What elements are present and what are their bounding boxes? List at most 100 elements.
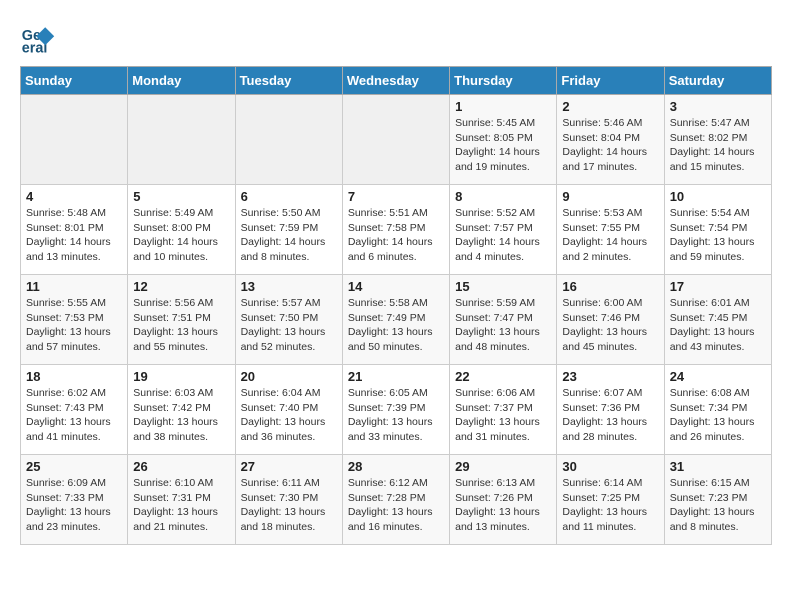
calendar-cell: 16Sunrise: 6:00 AMSunset: 7:46 PMDayligh… bbox=[557, 275, 664, 365]
day-info: Sunrise: 6:12 AMSunset: 7:28 PMDaylight:… bbox=[348, 476, 444, 535]
logo-icon: Gen eral bbox=[20, 20, 56, 56]
calendar-cell bbox=[21, 95, 128, 185]
day-header-friday: Friday bbox=[557, 67, 664, 95]
day-number: 6 bbox=[241, 189, 337, 204]
day-number: 29 bbox=[455, 459, 551, 474]
day-header-wednesday: Wednesday bbox=[342, 67, 449, 95]
day-info: Sunrise: 5:49 AMSunset: 8:00 PMDaylight:… bbox=[133, 206, 229, 265]
day-header-thursday: Thursday bbox=[450, 67, 557, 95]
day-number: 25 bbox=[26, 459, 122, 474]
week-row-2: 4 Sunrise: 5:48 AMSunset: 8:01 PMDaylight… bbox=[21, 185, 772, 275]
calendar-cell: 11 Sunrise: 5:55 AMSunset: 7:53 PMDayligh… bbox=[21, 275, 128, 365]
day-info: Sunrise: 5:52 AMSunset: 7:57 PMDaylight:… bbox=[455, 206, 551, 265]
calendar-cell: 6 Sunrise: 5:50 AMSunset: 7:59 PMDaylight… bbox=[235, 185, 342, 275]
logo: Gen eral bbox=[20, 20, 60, 56]
calendar-cell: 22 Sunrise: 6:06 AMSunset: 7:37 PMDayligh… bbox=[450, 365, 557, 455]
calendar-cell: 18 Sunrise: 6:02 AMSunset: 7:43 PMDayligh… bbox=[21, 365, 128, 455]
day-number: 7 bbox=[348, 189, 444, 204]
day-info: Sunrise: 5:46 AMSunset: 8:04 PMDaylight:… bbox=[562, 116, 658, 175]
day-header-monday: Monday bbox=[128, 67, 235, 95]
day-number: 15 bbox=[455, 279, 551, 294]
calendar-cell: 19Sunrise: 6:03 AMSunset: 7:42 PMDayligh… bbox=[128, 365, 235, 455]
calendar-table: SundayMondayTuesdayWednesdayThursdayFrid… bbox=[20, 66, 772, 545]
day-info: Sunrise: 6:15 AMSunset: 7:23 PMDaylight:… bbox=[670, 476, 766, 535]
day-number: 31 bbox=[670, 459, 766, 474]
page-header: Gen eral bbox=[20, 20, 772, 56]
day-info: Sunrise: 6:07 AMSunset: 7:36 PMDaylight:… bbox=[562, 386, 658, 445]
calendar-cell: 2 Sunrise: 5:46 AMSunset: 8:04 PMDaylight… bbox=[557, 95, 664, 185]
day-number: 12 bbox=[133, 279, 229, 294]
day-number: 5 bbox=[133, 189, 229, 204]
day-number: 23 bbox=[562, 369, 658, 384]
day-info: Sunrise: 6:02 AMSunset: 7:43 PMDaylight:… bbox=[26, 386, 122, 445]
calendar-cell: 25 Sunrise: 6:09 AMSunset: 7:33 PMDayligh… bbox=[21, 455, 128, 545]
day-number: 8 bbox=[455, 189, 551, 204]
day-number: 11 bbox=[26, 279, 122, 294]
day-number: 22 bbox=[455, 369, 551, 384]
calendar-cell: 24 Sunrise: 6:08 AMSunset: 7:34 PMDayligh… bbox=[664, 365, 771, 455]
day-info: Sunrise: 6:10 AMSunset: 7:31 PMDaylight:… bbox=[133, 476, 229, 535]
day-number: 26 bbox=[133, 459, 229, 474]
calendar-cell: 10 Sunrise: 5:54 AMSunset: 7:54 PMDayligh… bbox=[664, 185, 771, 275]
day-number: 9 bbox=[562, 189, 658, 204]
day-info: Sunrise: 5:56 AMSunset: 7:51 PMDaylight:… bbox=[133, 296, 229, 355]
calendar-cell: 4 Sunrise: 5:48 AMSunset: 8:01 PMDaylight… bbox=[21, 185, 128, 275]
day-number: 18 bbox=[26, 369, 122, 384]
day-header-saturday: Saturday bbox=[664, 67, 771, 95]
day-info: Sunrise: 5:51 AMSunset: 7:58 PMDaylight:… bbox=[348, 206, 444, 265]
day-info: Sunrise: 6:06 AMSunset: 7:37 PMDaylight:… bbox=[455, 386, 551, 445]
day-number: 19 bbox=[133, 369, 229, 384]
calendar-cell: 30 Sunrise: 6:14 AMSunset: 7:25 PMDayligh… bbox=[557, 455, 664, 545]
day-header-tuesday: Tuesday bbox=[235, 67, 342, 95]
day-number: 13 bbox=[241, 279, 337, 294]
day-info: Sunrise: 6:14 AMSunset: 7:25 PMDaylight:… bbox=[562, 476, 658, 535]
day-info: Sunrise: 5:54 AMSunset: 7:54 PMDaylight:… bbox=[670, 206, 766, 265]
calendar-cell: 3 Sunrise: 5:47 AMSunset: 8:02 PMDaylight… bbox=[664, 95, 771, 185]
calendar-cell: 29 Sunrise: 6:13 AMSunset: 7:26 PMDayligh… bbox=[450, 455, 557, 545]
calendar-cell: 17Sunrise: 6:01 AMSunset: 7:45 PMDayligh… bbox=[664, 275, 771, 365]
calendar-cell bbox=[235, 95, 342, 185]
day-number: 24 bbox=[670, 369, 766, 384]
day-info: Sunrise: 5:53 AMSunset: 7:55 PMDaylight:… bbox=[562, 206, 658, 265]
calendar-cell: 14 Sunrise: 5:58 AMSunset: 7:49 PMDayligh… bbox=[342, 275, 449, 365]
day-info: Sunrise: 6:09 AMSunset: 7:33 PMDaylight:… bbox=[26, 476, 122, 535]
calendar-cell: 27Sunrise: 6:11 AMSunset: 7:30 PMDayligh… bbox=[235, 455, 342, 545]
calendar-cell: 20Sunrise: 6:04 AMSunset: 7:40 PMDayligh… bbox=[235, 365, 342, 455]
day-number: 30 bbox=[562, 459, 658, 474]
day-number: 14 bbox=[348, 279, 444, 294]
calendar-cell: 7 Sunrise: 5:51 AMSunset: 7:58 PMDaylight… bbox=[342, 185, 449, 275]
day-number: 17 bbox=[670, 279, 766, 294]
calendar-cell: 26 Sunrise: 6:10 AMSunset: 7:31 PMDayligh… bbox=[128, 455, 235, 545]
day-number: 10 bbox=[670, 189, 766, 204]
day-number: 21 bbox=[348, 369, 444, 384]
calendar-cell: 1Sunrise: 5:45 AMSunset: 8:05 PMDaylight… bbox=[450, 95, 557, 185]
day-number: 2 bbox=[562, 99, 658, 114]
calendar-cell bbox=[342, 95, 449, 185]
day-info: Sunrise: 6:13 AMSunset: 7:26 PMDaylight:… bbox=[455, 476, 551, 535]
week-row-5: 25 Sunrise: 6:09 AMSunset: 7:33 PMDayligh… bbox=[21, 455, 772, 545]
calendar-cell: 5 Sunrise: 5:49 AMSunset: 8:00 PMDaylight… bbox=[128, 185, 235, 275]
day-info: Sunrise: 5:57 AMSunset: 7:50 PMDaylight:… bbox=[241, 296, 337, 355]
calendar-cell: 15Sunrise: 5:59 AMSunset: 7:47 PMDayligh… bbox=[450, 275, 557, 365]
calendar-cell: 31 Sunrise: 6:15 AMSunset: 7:23 PMDayligh… bbox=[664, 455, 771, 545]
calendar-cell: 21Sunrise: 6:05 AMSunset: 7:39 PMDayligh… bbox=[342, 365, 449, 455]
day-info: Sunrise: 5:58 AMSunset: 7:49 PMDaylight:… bbox=[348, 296, 444, 355]
day-info: Sunrise: 6:11 AMSunset: 7:30 PMDaylight:… bbox=[241, 476, 337, 535]
calendar-cell: 13 Sunrise: 5:57 AMSunset: 7:50 PMDayligh… bbox=[235, 275, 342, 365]
day-info: Sunrise: 5:50 AMSunset: 7:59 PMDaylight:… bbox=[241, 206, 337, 265]
week-row-3: 11 Sunrise: 5:55 AMSunset: 7:53 PMDayligh… bbox=[21, 275, 772, 365]
day-info: Sunrise: 5:55 AMSunset: 7:53 PMDaylight:… bbox=[26, 296, 122, 355]
day-number: 4 bbox=[26, 189, 122, 204]
day-number: 3 bbox=[670, 99, 766, 114]
week-row-4: 18 Sunrise: 6:02 AMSunset: 7:43 PMDayligh… bbox=[21, 365, 772, 455]
day-number: 16 bbox=[562, 279, 658, 294]
day-info: Sunrise: 5:47 AMSunset: 8:02 PMDaylight:… bbox=[670, 116, 766, 175]
calendar-cell: 23 Sunrise: 6:07 AMSunset: 7:36 PMDayligh… bbox=[557, 365, 664, 455]
day-info: Sunrise: 6:04 AMSunset: 7:40 PMDaylight:… bbox=[241, 386, 337, 445]
calendar-cell bbox=[128, 95, 235, 185]
day-header-sunday: Sunday bbox=[21, 67, 128, 95]
day-info: Sunrise: 6:08 AMSunset: 7:34 PMDaylight:… bbox=[670, 386, 766, 445]
calendar-cell: 28Sunrise: 6:12 AMSunset: 7:28 PMDayligh… bbox=[342, 455, 449, 545]
day-info: Sunrise: 5:48 AMSunset: 8:01 PMDaylight:… bbox=[26, 206, 122, 265]
calendar-cell: 12 Sunrise: 5:56 AMSunset: 7:51 PMDayligh… bbox=[128, 275, 235, 365]
